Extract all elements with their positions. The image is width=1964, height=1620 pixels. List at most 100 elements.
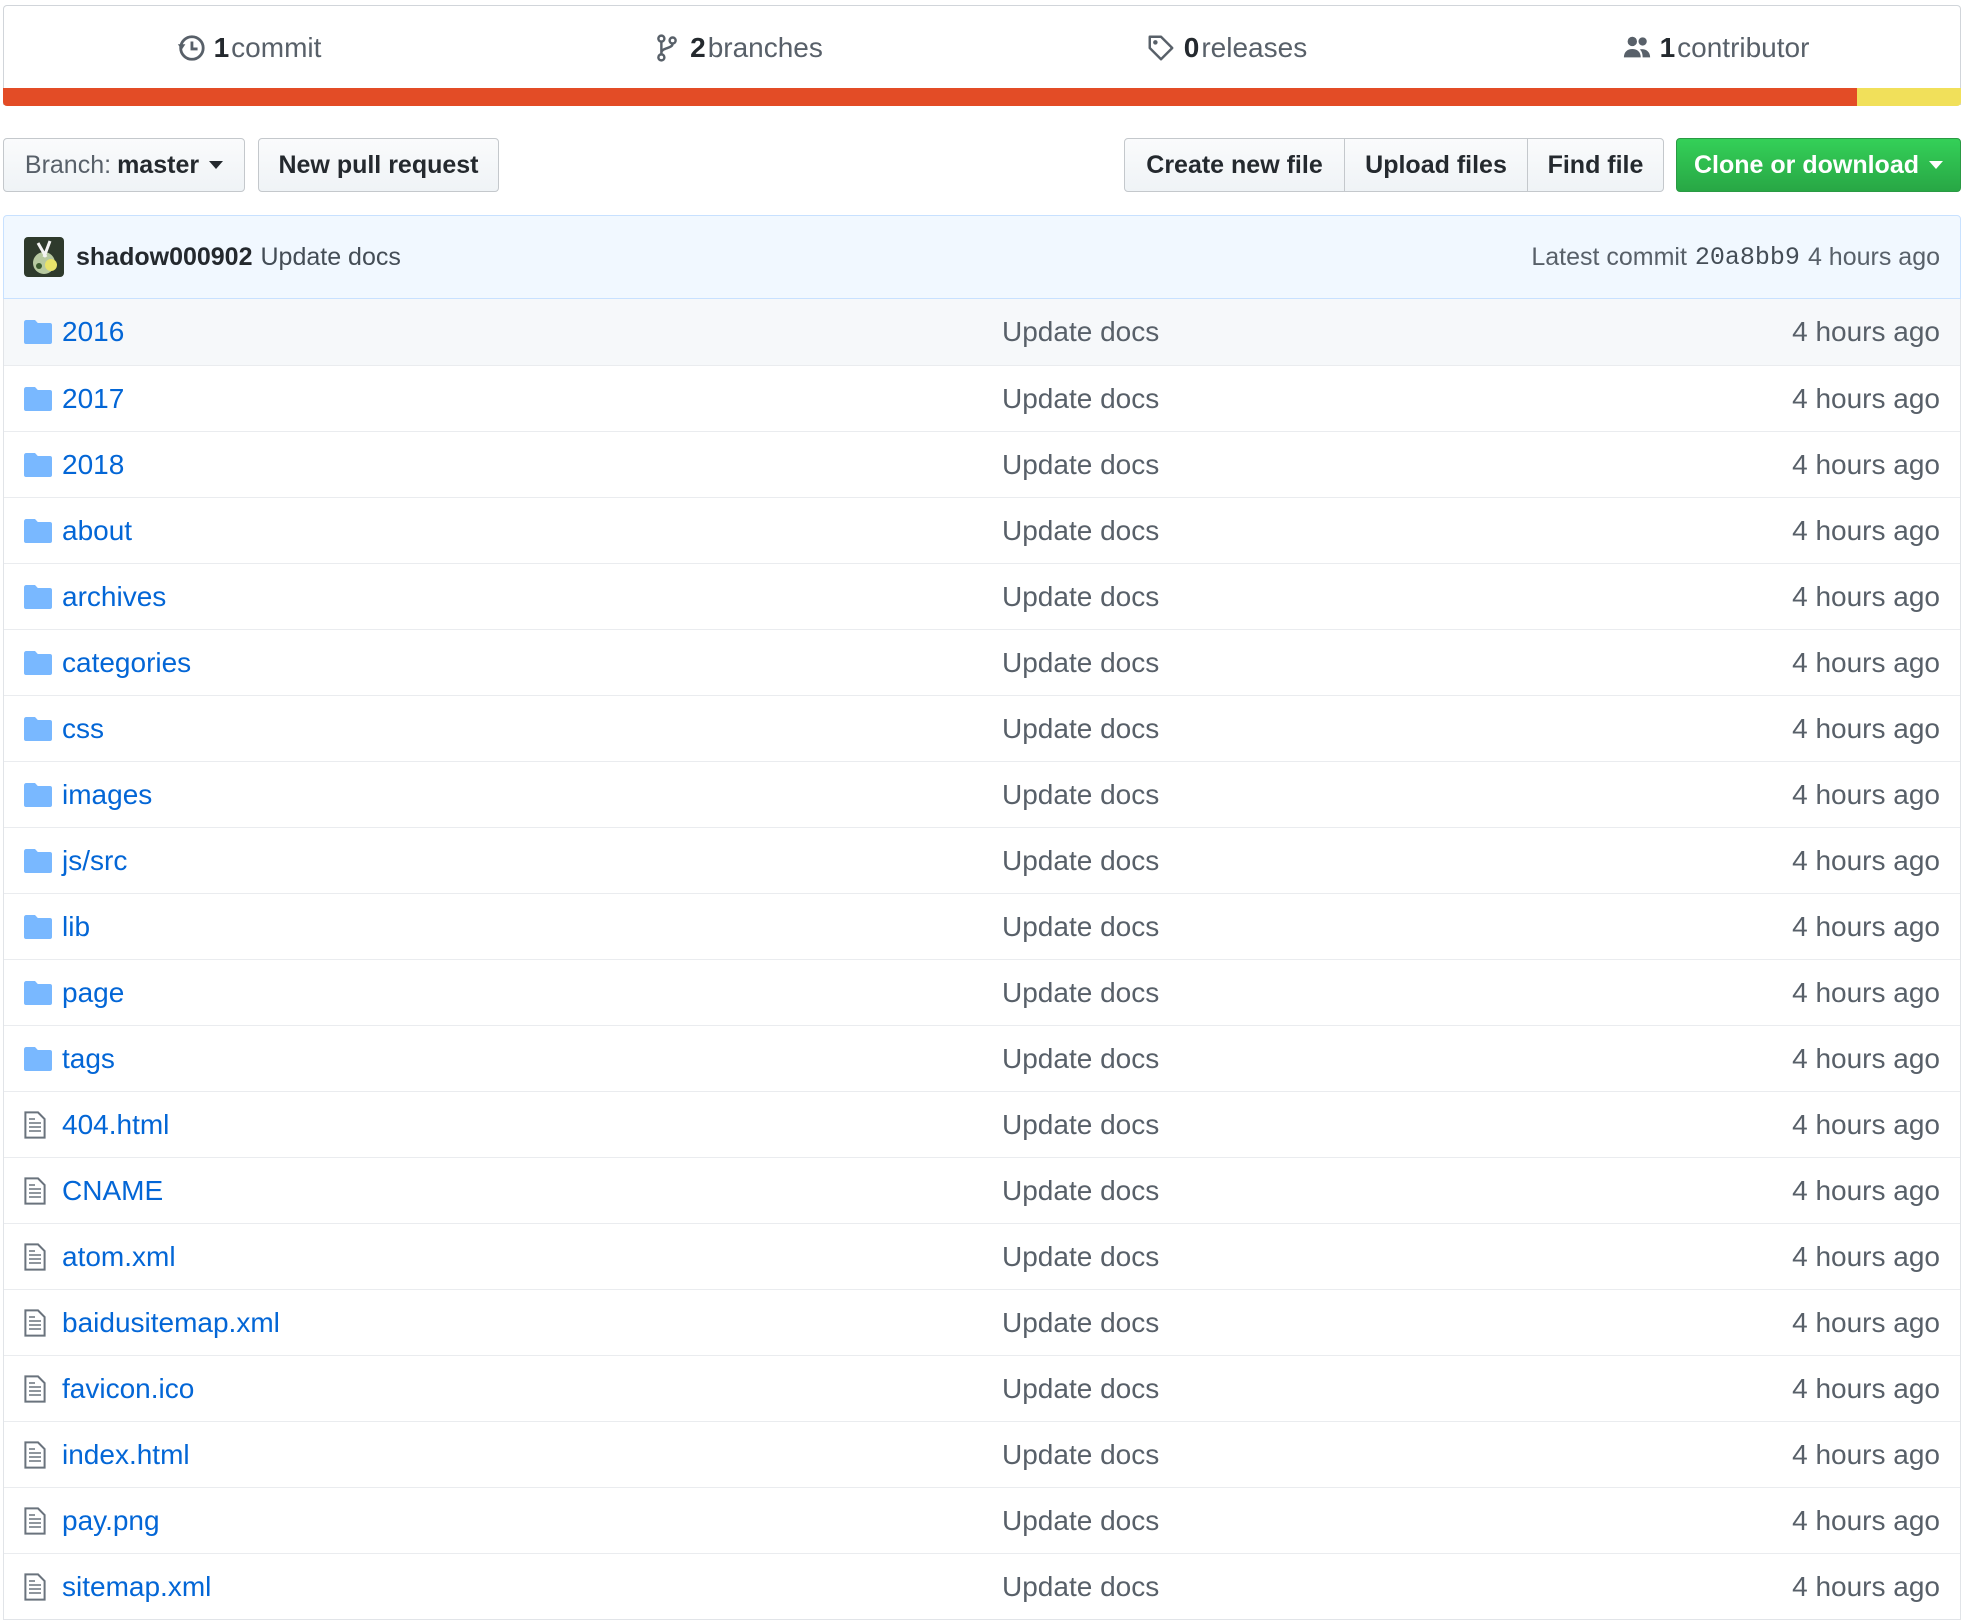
commit-author[interactable]: shadow000902	[76, 243, 253, 272]
branch-name: master	[117, 150, 200, 179]
file-row[interactable]: pay.png Update docs 4 hours ago	[4, 1487, 1960, 1553]
stat-releases[interactable]: 0releases	[982, 6, 1471, 90]
folder-icon	[24, 450, 54, 480]
file-name[interactable]: lib	[62, 911, 1002, 943]
file-commit-message[interactable]: Update docs	[1002, 1307, 1159, 1339]
stat-branches[interactable]: 2branches	[493, 6, 982, 90]
file-icon	[24, 1506, 54, 1536]
branch-count: 2	[690, 32, 706, 63]
file-commit-message[interactable]: Update docs	[1002, 1043, 1159, 1075]
branch-select-button[interactable]: Branch: master	[3, 138, 245, 192]
file-row[interactable]: CNAME Update docs 4 hours ago	[4, 1157, 1960, 1223]
file-commit-message[interactable]: Update docs	[1002, 1373, 1159, 1405]
file-commit-message[interactable]: Update docs	[1002, 647, 1159, 679]
git-branch-icon	[657, 34, 677, 62]
file-commit-message[interactable]: Update docs	[1002, 1175, 1159, 1207]
file-name[interactable]: categories	[62, 647, 1002, 679]
file-row[interactable]: sitemap.xml Update docs 4 hours ago	[4, 1553, 1960, 1619]
file-list: 2016 Update docs 4 hours ago 2017 Update…	[3, 299, 1961, 1620]
folder-icon	[24, 912, 54, 942]
file-commit-message[interactable]: Update docs	[1002, 977, 1159, 1009]
create-new-file-button[interactable]: Create new file	[1124, 138, 1345, 192]
file-commit-message[interactable]: Update docs	[1002, 1241, 1159, 1273]
file-row[interactable]: atom.xml Update docs 4 hours ago	[4, 1223, 1960, 1289]
file-age: 4 hours ago	[1792, 778, 1940, 810]
folder-icon	[24, 516, 54, 546]
language-bar[interactable]	[3, 88, 1961, 106]
file-name[interactable]: js/src	[62, 845, 1002, 877]
file-row[interactable]: lib Update docs 4 hours ago	[4, 893, 1960, 959]
file-row[interactable]: about Update docs 4 hours ago	[4, 497, 1960, 563]
file-age: 4 hours ago	[1792, 1570, 1940, 1602]
file-name[interactable]: 2016	[62, 316, 1002, 348]
new-pull-request-button[interactable]: New pull request	[258, 138, 499, 192]
file-name[interactable]: favicon.ico	[62, 1373, 1002, 1405]
folder-icon	[24, 1044, 54, 1074]
file-icon	[24, 1374, 54, 1404]
file-name[interactable]: archives	[62, 581, 1002, 613]
stat-commits[interactable]: 1commit	[4, 6, 493, 90]
file-name[interactable]: baidusitemap.xml	[62, 1307, 1002, 1339]
release-count: 0	[1183, 32, 1200, 63]
file-row[interactable]: css Update docs 4 hours ago	[4, 695, 1960, 761]
file-row[interactable]: baidusitemap.xml Update docs 4 hours ago	[4, 1289, 1960, 1355]
folder-icon	[24, 780, 54, 810]
file-age: 4 hours ago	[1792, 1372, 1940, 1404]
find-file-button[interactable]: Find file	[1527, 138, 1664, 192]
file-name[interactable]: 404.html	[62, 1109, 1002, 1141]
file-row[interactable]: page Update docs 4 hours ago	[4, 959, 1960, 1025]
avatar[interactable]	[24, 237, 64, 277]
release-label: releases	[1201, 32, 1308, 63]
file-row[interactable]: categories Update docs 4 hours ago	[4, 629, 1960, 695]
file-row[interactable]: 404.html Update docs 4 hours ago	[4, 1091, 1960, 1157]
file-name[interactable]: css	[62, 713, 1002, 745]
file-commit-message[interactable]: Update docs	[1002, 449, 1159, 481]
file-row[interactable]: 2016 Update docs 4 hours ago	[4, 299, 1960, 365]
file-name[interactable]: sitemap.xml	[62, 1571, 1002, 1603]
file-age: 4 hours ago	[1792, 844, 1940, 876]
file-name[interactable]: atom.xml	[62, 1241, 1002, 1273]
commit-sha[interactable]: 20a8bb9	[1695, 243, 1800, 272]
upload-files-button[interactable]: Upload files	[1344, 138, 1528, 192]
file-commit-message[interactable]: Update docs	[1002, 316, 1159, 348]
file-row[interactable]: 2018 Update docs 4 hours ago	[4, 431, 1960, 497]
file-commit-message[interactable]: Update docs	[1002, 845, 1159, 877]
file-commit-message[interactable]: Update docs	[1002, 383, 1159, 415]
file-commit-message[interactable]: Update docs	[1002, 779, 1159, 811]
folder-icon	[24, 582, 54, 612]
commit-message[interactable]: Update docs	[261, 243, 401, 272]
file-name[interactable]: page	[62, 977, 1002, 1009]
folder-icon	[24, 978, 54, 1008]
language-segment[interactable]	[1857, 88, 1961, 106]
file-row[interactable]: images Update docs 4 hours ago	[4, 761, 1960, 827]
file-commit-message[interactable]: Update docs	[1002, 1505, 1159, 1537]
file-commit-message[interactable]: Update docs	[1002, 581, 1159, 613]
file-commit-message[interactable]: Update docs	[1002, 1109, 1159, 1141]
history-icon	[177, 35, 205, 61]
file-commit-message[interactable]: Update docs	[1002, 515, 1159, 547]
file-name[interactable]: pay.png	[62, 1505, 1002, 1537]
stat-contributors[interactable]: 1contributor	[1471, 6, 1960, 90]
chevron-down-icon	[1929, 161, 1943, 169]
file-age: 4 hours ago	[1792, 448, 1940, 480]
file-name[interactable]: 2017	[62, 383, 1002, 415]
file-commit-message[interactable]: Update docs	[1002, 1571, 1159, 1603]
file-commit-message[interactable]: Update docs	[1002, 911, 1159, 943]
file-row[interactable]: favicon.ico Update docs 4 hours ago	[4, 1355, 1960, 1421]
file-name[interactable]: index.html	[62, 1439, 1002, 1471]
file-row[interactable]: archives Update docs 4 hours ago	[4, 563, 1960, 629]
file-name[interactable]: about	[62, 515, 1002, 547]
file-age: 4 hours ago	[1792, 580, 1940, 612]
file-name[interactable]: images	[62, 779, 1002, 811]
file-row[interactable]: 2017 Update docs 4 hours ago	[4, 365, 1960, 431]
file-row[interactable]: tags Update docs 4 hours ago	[4, 1025, 1960, 1091]
language-segment[interactable]	[3, 88, 1858, 106]
clone-or-download-button[interactable]: Clone or download	[1676, 138, 1961, 192]
file-commit-message[interactable]: Update docs	[1002, 713, 1159, 745]
file-name[interactable]: tags	[62, 1043, 1002, 1075]
file-commit-message[interactable]: Update docs	[1002, 1439, 1159, 1471]
file-row[interactable]: index.html Update docs 4 hours ago	[4, 1421, 1960, 1487]
file-row[interactable]: js/src Update docs 4 hours ago	[4, 827, 1960, 893]
file-name[interactable]: CNAME	[62, 1175, 1002, 1207]
file-name[interactable]: 2018	[62, 449, 1002, 481]
